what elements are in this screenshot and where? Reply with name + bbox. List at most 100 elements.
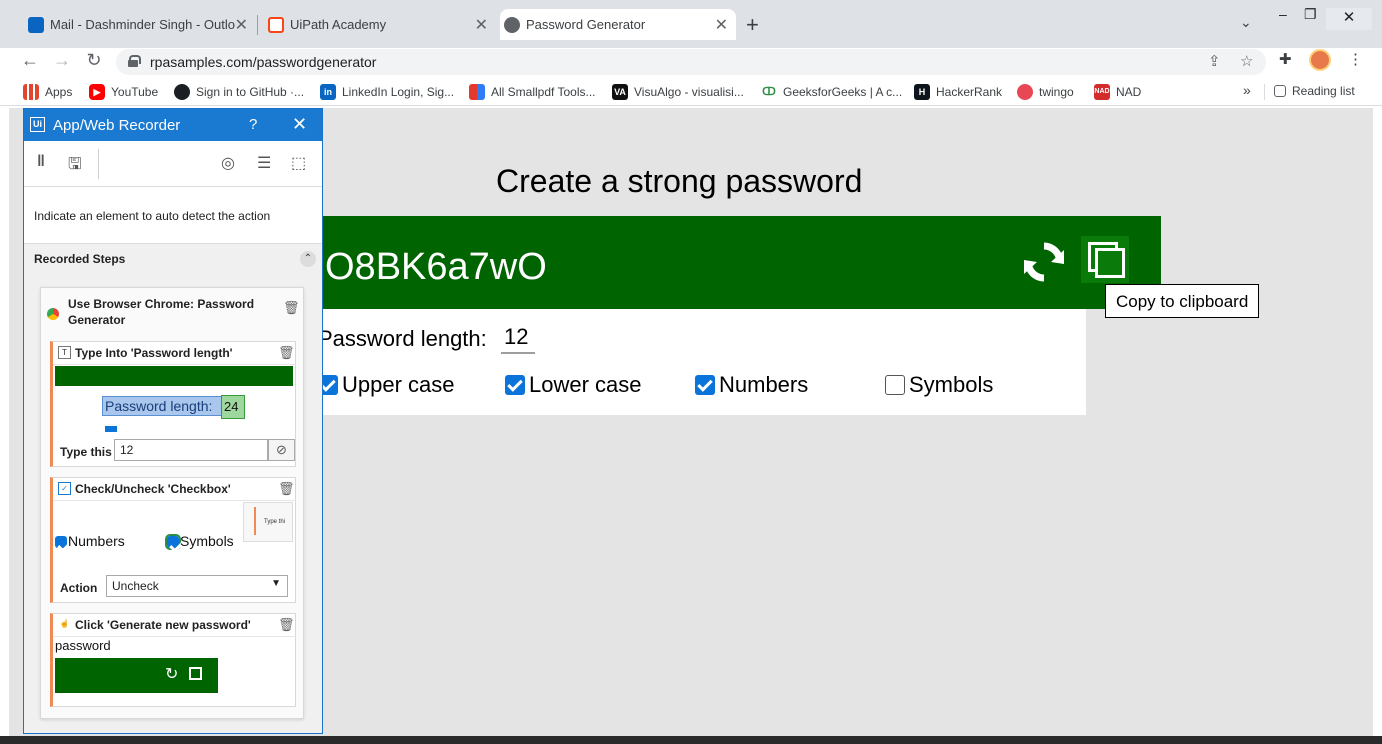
- lower-case-label: Lower case: [529, 372, 642, 397]
- symbols-option[interactable]: Symbols: [885, 372, 993, 398]
- help-button[interactable]: ?: [249, 116, 257, 133]
- close-tab-icon[interactable]: ✕: [235, 15, 248, 35]
- checklist-icon[interactable]: ☰: [257, 153, 271, 173]
- preview-copy-icon: [189, 667, 202, 680]
- pause-icon[interactable]: ‖: [37, 153, 45, 171]
- bookmark-apps[interactable]: Apps: [23, 84, 72, 100]
- indicate-element-icon[interactable]: ⬚: [291, 153, 306, 173]
- tab-title: UiPath Academy: [290, 17, 387, 32]
- type-this-label: Type this: [60, 445, 112, 459]
- preview-green-bar: [55, 366, 293, 386]
- tab-uipath-academy[interactable]: UiPath Academy ✕: [264, 9, 496, 40]
- tab-title: Mail - Dashminder Singh - Outlo: [50, 17, 235, 32]
- password-length-label: Password length:: [318, 326, 487, 351]
- more-bookmarks-chevron[interactable]: »: [1243, 82, 1251, 98]
- bookmark-nad[interactable]: NAD NAD: [1094, 84, 1141, 100]
- bookmark-visualgo[interactable]: VA VisuAlgo - visualisi...: [612, 84, 744, 100]
- reading-list[interactable]: Reading list: [1274, 84, 1355, 98]
- delete-trash-icon[interactable]: 🗑: [278, 481, 295, 497]
- delete-trash-icon[interactable]: 🗑: [278, 617, 295, 633]
- step-check-uncheck[interactable]: ✓ Check/Uncheck 'Checkbox' 🗑 Numbers Sym…: [50, 477, 296, 603]
- tab-search-chevron-icon[interactable]: ⌄: [1240, 14, 1252, 31]
- chrome-icon: [47, 308, 59, 320]
- url-text[interactable]: rpasamples.com/passwordgenerator: [150, 54, 376, 70]
- delete-trash-icon[interactable]: 🗑: [283, 300, 300, 316]
- lower-case-option[interactable]: Lower case: [505, 372, 642, 398]
- generated-password[interactable]: O8BK6a7wO: [325, 246, 547, 289]
- symbols-checkbox[interactable]: [885, 375, 905, 395]
- reload-icon[interactable]: ↻: [82, 48, 106, 72]
- step-type-into[interactable]: T Type Into 'Password length' 🗑 Password…: [50, 341, 296, 467]
- hackerrank-icon: H: [914, 84, 930, 100]
- preview-checkbox-strip: [105, 426, 117, 432]
- password-length-input[interactable]: 12: [501, 324, 535, 354]
- hide-text-eye-icon[interactable]: ⊘: [268, 439, 295, 461]
- bookmark-label: HackerRank: [936, 85, 1003, 99]
- bookmark-github[interactable]: Sign in to GitHub ·...: [174, 84, 304, 100]
- tab-outlook[interactable]: Mail - Dashminder Singh - Outlo ✕: [24, 9, 256, 40]
- collapse-chevron-icon[interactable]: ⌃: [300, 251, 316, 267]
- dropdown-arrow-icon: ▼: [271, 578, 281, 589]
- step-divider: [53, 500, 296, 501]
- action-dropdown[interactable]: Uncheck ▼: [106, 575, 288, 597]
- copy-tooltip: Copy to clipboard: [1105, 284, 1260, 318]
- geeksforgeeks-icon: ↀ: [761, 84, 777, 100]
- nad-icon: NAD: [1094, 84, 1110, 100]
- minimize-button[interactable]: –: [1279, 6, 1287, 22]
- extensions-puzzle-icon[interactable]: ✚: [1279, 50, 1292, 68]
- target-icon[interactable]: ◎: [221, 153, 235, 173]
- type-this-input[interactable]: 12: [114, 439, 268, 461]
- bookmark-hackerrank[interactable]: H HackerRank: [914, 84, 1002, 100]
- bookmark-youtube[interactable]: ▶ YouTube: [89, 84, 158, 100]
- lock-icon[interactable]: [128, 55, 141, 67]
- address-bar[interactable]: rpasamples.com/passwordgenerator ⇪ ☆: [116, 49, 1266, 75]
- numbers-option[interactable]: Numbers: [695, 372, 808, 398]
- profile-avatar[interactable]: [1309, 49, 1331, 71]
- bookmark-smallpdf[interactable]: All Smallpdf Tools...: [469, 84, 596, 100]
- bookmark-label: NAD: [1116, 85, 1142, 99]
- upper-case-option[interactable]: Upper case: [318, 372, 455, 398]
- tab-password-generator[interactable]: Password Generator ✕: [500, 9, 736, 40]
- back-arrow-icon[interactable]: ←: [18, 48, 42, 72]
- step-title: Type Into 'Password length': [75, 346, 233, 360]
- recorder-panel: Ui App/Web Recorder ? ✕ ‖ 🖫 ◎ ☰ ⬚ Indica…: [23, 108, 323, 734]
- delete-trash-icon[interactable]: 🗑: [278, 345, 295, 361]
- lower-case-checkbox[interactable]: [505, 375, 525, 395]
- step-divider: [53, 636, 296, 637]
- type-into-icon: T: [58, 346, 71, 359]
- step-title: Check/Uncheck 'Checkbox': [75, 482, 231, 496]
- type-into-preview: Password length: 24: [55, 366, 293, 432]
- restore-button[interactable]: ❐: [1304, 6, 1317, 23]
- close-tab-icon[interactable]: ✕: [715, 15, 728, 35]
- youtube-icon: ▶: [89, 84, 105, 100]
- step-click-generate[interactable]: ☝ Click 'Generate new password' 🗑 passwo…: [50, 613, 296, 707]
- tab-bar: Mail - Dashminder Singh - Outlo ✕ UiPath…: [0, 0, 1382, 48]
- window-close-button[interactable]: ✕: [1326, 8, 1372, 30]
- menu-kebab-icon[interactable]: ⋮: [1348, 50, 1363, 68]
- bookmark-star-icon[interactable]: ☆: [1240, 52, 1253, 70]
- bookmark-geeksforgeeks[interactable]: ↀ GeeksforGeeks | A c...: [761, 84, 902, 100]
- step-title: Click 'Generate new password': [75, 618, 251, 632]
- share-icon[interactable]: ⇪: [1208, 52, 1221, 70]
- new-tab-button[interactable]: +: [746, 12, 759, 38]
- save-icon[interactable]: 🖫: [68, 153, 82, 180]
- password-options-panel: [313, 309, 1086, 415]
- bookmark-label: twingo: [1039, 85, 1074, 99]
- forward-arrow-icon[interactable]: →: [50, 48, 74, 72]
- preview-password-text: password: [55, 638, 111, 653]
- recorder-toolbar: ‖ 🖫 ◎ ☰ ⬚: [24, 141, 322, 187]
- preview-numbers-label: Numbers: [68, 533, 125, 549]
- tab-divider: [257, 15, 258, 35]
- preview-symbols-label: Symbols: [180, 533, 234, 549]
- preview-symbols-checkbox: [165, 534, 181, 550]
- recorder-close-button[interactable]: ✕: [292, 114, 307, 135]
- bookmark-linkedin[interactable]: in LinkedIn Login, Sig...: [320, 84, 454, 100]
- numbers-checkbox[interactable]: [695, 375, 715, 395]
- close-tab-icon[interactable]: ✕: [475, 15, 488, 35]
- bookmark-twingo[interactable]: twingo: [1017, 84, 1074, 100]
- copy-to-clipboard-button[interactable]: [1081, 236, 1129, 283]
- twingo-icon: [1017, 84, 1033, 100]
- generate-new-password-refresh-icon[interactable]: [1020, 240, 1068, 284]
- apps-grid-icon: [23, 84, 39, 100]
- click-preview: password ↻: [55, 638, 293, 704]
